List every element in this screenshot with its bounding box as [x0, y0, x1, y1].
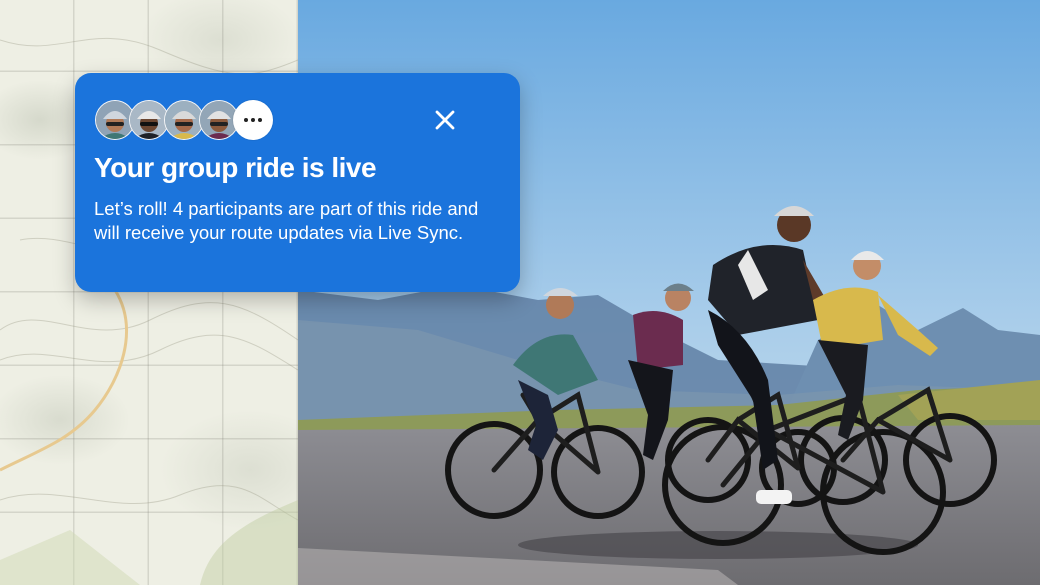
notification-message: Let’s roll! 4 participants are part of t… [94, 198, 479, 243]
group-ride-notification[interactable]: Your group ride is live Let’s roll! 4 pa… [75, 73, 520, 292]
more-participants-button[interactable] [233, 100, 273, 140]
notification-title: Your group ride is live [94, 152, 377, 183]
close-button[interactable] [431, 106, 459, 134]
participant-avatar [129, 100, 169, 140]
ellipsis-icon [244, 118, 262, 122]
close-icon [435, 110, 455, 130]
participant-avatar [164, 100, 204, 140]
